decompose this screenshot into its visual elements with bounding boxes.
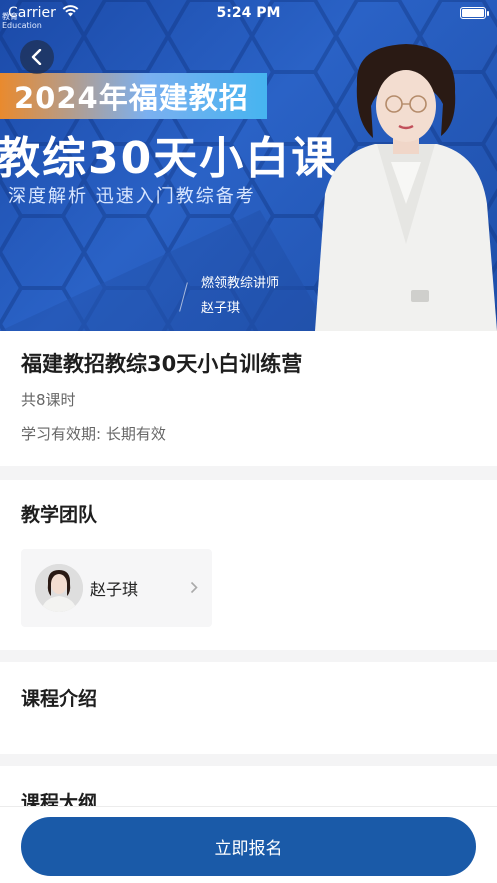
avatar xyxy=(35,564,83,612)
teaching-team-section: 教学团队 赵子琪 xyxy=(0,480,497,650)
back-arrow-icon xyxy=(31,49,42,65)
teacher-portrait xyxy=(315,44,497,331)
carrier-label: Carrier xyxy=(8,5,56,21)
course-banner: 教育 Education 2024年福建教招 教综30天小白课 深度解析 迅速入门… xyxy=(0,0,497,331)
banner-tag-title: 2024年福建教招 xyxy=(0,73,267,119)
back-button[interactable] xyxy=(20,40,54,74)
battery-icon xyxy=(460,7,489,19)
lesson-count: 共8课时 xyxy=(21,391,76,409)
course-intro-section: 课程介绍 xyxy=(0,662,497,754)
intro-section-title: 课程介绍 xyxy=(21,688,98,710)
validity-period: 学习有效期: 长期有效 xyxy=(21,425,166,443)
banner-big-title: 教综30天小白课 xyxy=(0,133,338,184)
team-section-title: 教学团队 xyxy=(21,504,98,526)
status-bar: Carrier 5:24 PM xyxy=(0,0,497,26)
course-info-section: 福建教招教综30天小白训练营 共8课时 学习有效期: 长期有效 xyxy=(0,331,497,466)
banner-teacher-name: 赵子琪 xyxy=(201,301,241,316)
teacher-card[interactable]: 赵子琪 xyxy=(21,549,212,627)
enroll-button[interactable]: 立即报名 xyxy=(21,817,476,876)
chevron-right-icon xyxy=(190,579,198,598)
banner-teacher-role: 燃领教综讲师 xyxy=(201,276,280,291)
teacher-name: 赵子琪 xyxy=(90,580,139,599)
course-title: 福建教招教综30天小白训练营 xyxy=(21,352,303,376)
status-left: Carrier xyxy=(8,5,79,21)
wifi-icon xyxy=(62,5,79,21)
footer-bar: 立即报名 xyxy=(0,806,497,883)
banner-subtitle: 深度解析 迅速入门教综备考 xyxy=(8,186,256,207)
